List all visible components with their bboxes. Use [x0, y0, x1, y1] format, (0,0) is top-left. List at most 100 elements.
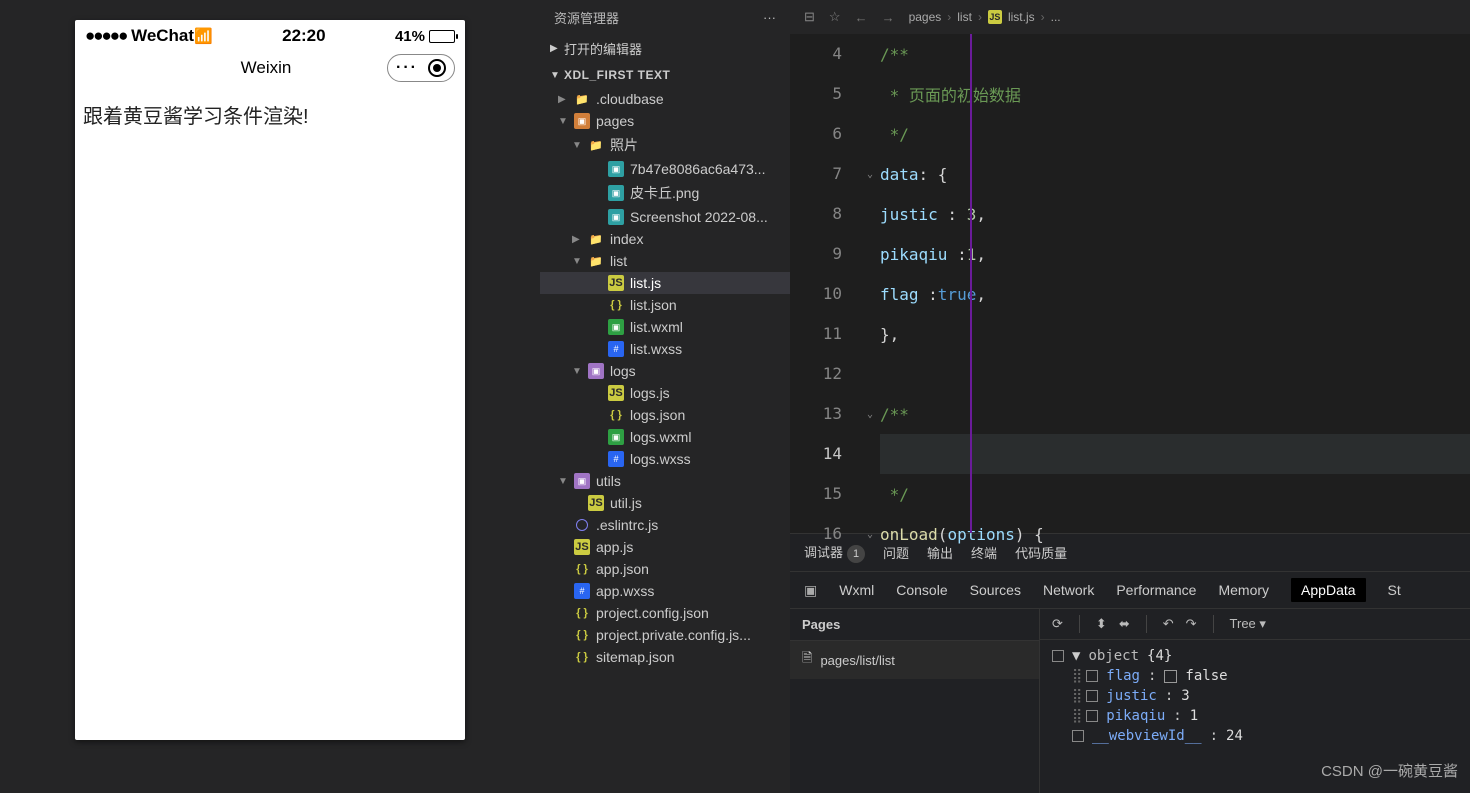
tab-appdata[interactable]: AppData	[1291, 578, 1365, 602]
wxss-icon: #	[608, 451, 624, 467]
js-icon: JS	[608, 385, 624, 401]
folder-cloudbase[interactable]: ▶📁.cloudbase	[540, 88, 790, 110]
json-icon: { }	[574, 649, 590, 665]
image-icon: ▣	[608, 161, 624, 177]
js-icon: JS	[988, 10, 1002, 24]
close-mini-icon[interactable]	[428, 59, 446, 77]
node-icon	[1086, 690, 1098, 702]
appdata-column: ⟳ ⬍ ⬌ ↶ ↷ Tree ▾ ▼ object {4}	[1040, 609, 1470, 793]
simulator-screen: ●●●●● WeChat📶 22:20 41% Weixin ··· 跟着黄豆酱…	[75, 20, 465, 740]
debugger-body: Pages 🗎 pages/list/list ⟳ ⬍ ⬌ ↶ ↷ Tree ▾	[790, 609, 1470, 793]
tab-more[interactable]: St	[1388, 582, 1401, 598]
folder-logs[interactable]: ▼▣logs	[540, 360, 790, 382]
code-editor[interactable]: 4 5 6 7 8 9 10 11 12 13 14 15 16 ⌄ ⌄⌄ /*…	[790, 34, 1470, 533]
js-icon: JS	[574, 539, 590, 555]
checkbox-icon[interactable]	[1164, 670, 1177, 683]
tab-memory[interactable]: Memory	[1218, 582, 1269, 598]
tab-network[interactable]: Network	[1043, 582, 1094, 598]
file-app-js[interactable]: JSapp.js	[540, 536, 790, 558]
tree-node-justic[interactable]: ⣿ justic: 3	[1052, 686, 1458, 706]
explorer-title-bar: 资源管理器 ···	[540, 0, 790, 35]
folder-pages[interactable]: ▼▣pages	[540, 110, 790, 132]
tab-performance[interactable]: Performance	[1116, 582, 1196, 598]
expand-icon[interactable]: ⬍	[1096, 616, 1107, 632]
project-root-header[interactable]: ▼XDL_FIRST TEXT	[540, 62, 790, 88]
devtools-tab-bar: ▣ Wxml Console Sources Network Performan…	[790, 572, 1470, 609]
file-logs-js[interactable]: JSlogs.js	[540, 382, 790, 404]
file-logs-wxss[interactable]: #logs.wxss	[540, 448, 790, 470]
file-image[interactable]: ▣皮卡丘.png	[540, 180, 790, 206]
nav-forward-icon[interactable]: →	[882, 10, 895, 25]
page-content: 跟着黄豆酱学习条件渲染!	[75, 92, 465, 137]
bookmark-icon[interactable]: ☆	[829, 9, 841, 25]
folder-icon: ▣	[574, 473, 590, 489]
file-image[interactable]: ▣7b47e8086ac6a473...	[540, 158, 790, 180]
undo-icon[interactable]: ↶	[1163, 616, 1174, 632]
appdata-tree[interactable]: ▼ object {4} ⣿ flag: false ⣿ just	[1040, 640, 1470, 793]
more-icon[interactable]: ···	[396, 59, 418, 77]
file-logs-json[interactable]: { }logs.json	[540, 404, 790, 426]
status-bar: ●●●●● WeChat📶 22:20 41%	[75, 20, 465, 48]
file-app-wxss[interactable]: #app.wxss	[540, 580, 790, 602]
file-eslintrc[interactable]: .eslintrc.js	[540, 514, 790, 536]
debugger-panel: 调试器1 问题 输出 终端 代码质量 ▣ Wxml Console Source…	[790, 533, 1470, 793]
battery-status: 41%	[395, 28, 455, 45]
inspect-element-icon[interactable]: ▣	[804, 582, 817, 599]
json-icon: { }	[608, 297, 624, 313]
explorer-title: 资源管理器	[554, 8, 619, 27]
file-project-config[interactable]: { }project.config.json	[540, 602, 790, 624]
tab-console[interactable]: Console	[896, 582, 947, 598]
node-icon	[1086, 670, 1098, 682]
file-list-wxss[interactable]: #list.wxss	[540, 338, 790, 360]
wxss-icon: #	[574, 583, 590, 599]
node-icon	[1052, 650, 1064, 662]
folder-list[interactable]: ▼📁list	[540, 250, 790, 272]
wxml-icon: ▣	[608, 319, 624, 335]
drag-icon[interactable]: ⣿	[1072, 668, 1078, 684]
tab-sources[interactable]: Sources	[970, 582, 1021, 598]
editor-top-bar: ⊟ ☆ ← → pages› list› JS list.js› ...	[790, 0, 1470, 34]
tab-wxml[interactable]: Wxml	[839, 582, 874, 598]
node-icon	[1072, 730, 1084, 742]
layout-icon[interactable]: ⊟	[804, 9, 815, 25]
code-area[interactable]: /** * 页面的初始数据 */ data: { justic : 3, pik…	[880, 34, 1470, 533]
tree-node-flag[interactable]: ⣿ flag: false	[1052, 666, 1458, 686]
file-image[interactable]: ▣Screenshot 2022-08...	[540, 206, 790, 228]
tree-node-pikaqiu[interactable]: ⣿ pikaqiu: 1	[1052, 706, 1458, 726]
redo-icon[interactable]: ↷	[1186, 616, 1197, 632]
file-icon: 🗎	[802, 649, 812, 671]
tree-root[interactable]: ▼ object {4}	[1052, 646, 1458, 666]
tree-node-webviewid[interactable]: __webviewId__: 24	[1052, 726, 1458, 746]
drag-icon[interactable]: ⣿	[1072, 688, 1078, 704]
wxss-icon: #	[608, 341, 624, 357]
file-list-wxml[interactable]: ▣list.wxml	[540, 316, 790, 338]
file-list-json[interactable]: { }list.json	[540, 294, 790, 316]
line-gutter: 4 5 6 7 8 9 10 11 12 13 14 15 16	[790, 34, 860, 533]
file-logs-wxml[interactable]: ▣logs.wxml	[540, 426, 790, 448]
view-mode-select[interactable]: Tree ▾	[1230, 616, 1266, 632]
refresh-icon[interactable]: ⟳	[1052, 616, 1063, 632]
more-icon[interactable]: ···	[763, 10, 776, 25]
file-sitemap[interactable]: { }sitemap.json	[540, 646, 790, 668]
file-project-private[interactable]: { }project.private.config.js...	[540, 624, 790, 646]
capsule-button[interactable]: ···	[387, 54, 455, 82]
folder-icon: 📁	[574, 91, 590, 107]
page-row[interactable]: 🗎 pages/list/list	[790, 641, 1039, 679]
folder-photos[interactable]: ▼📁照片	[540, 132, 790, 158]
file-app-json[interactable]: { }app.json	[540, 558, 790, 580]
open-editors-header[interactable]: ▶打开的编辑器	[540, 35, 790, 62]
file-list-js[interactable]: JSlist.js	[540, 272, 790, 294]
fold-column[interactable]: ⌄ ⌄⌄	[860, 34, 880, 533]
collapse-icon[interactable]: ⬌	[1119, 616, 1130, 632]
folder-index[interactable]: ▶📁index	[540, 228, 790, 250]
status-time: 22:20	[282, 26, 325, 46]
appdata-toolbar: ⟳ ⬍ ⬌ ↶ ↷ Tree ▾	[1040, 609, 1470, 640]
file-util-js[interactable]: JSutil.js	[540, 492, 790, 514]
folder-utils[interactable]: ▼▣utils	[540, 470, 790, 492]
js-icon: JS	[588, 495, 604, 511]
folder-icon: ▣	[574, 113, 590, 129]
nav-back-icon[interactable]: ←	[855, 10, 868, 25]
drag-icon[interactable]: ⣿	[1072, 708, 1078, 724]
carrier-label: ●●●●● WeChat📶	[85, 26, 213, 46]
breadcrumb[interactable]: pages› list› JS list.js› ...	[909, 10, 1061, 24]
